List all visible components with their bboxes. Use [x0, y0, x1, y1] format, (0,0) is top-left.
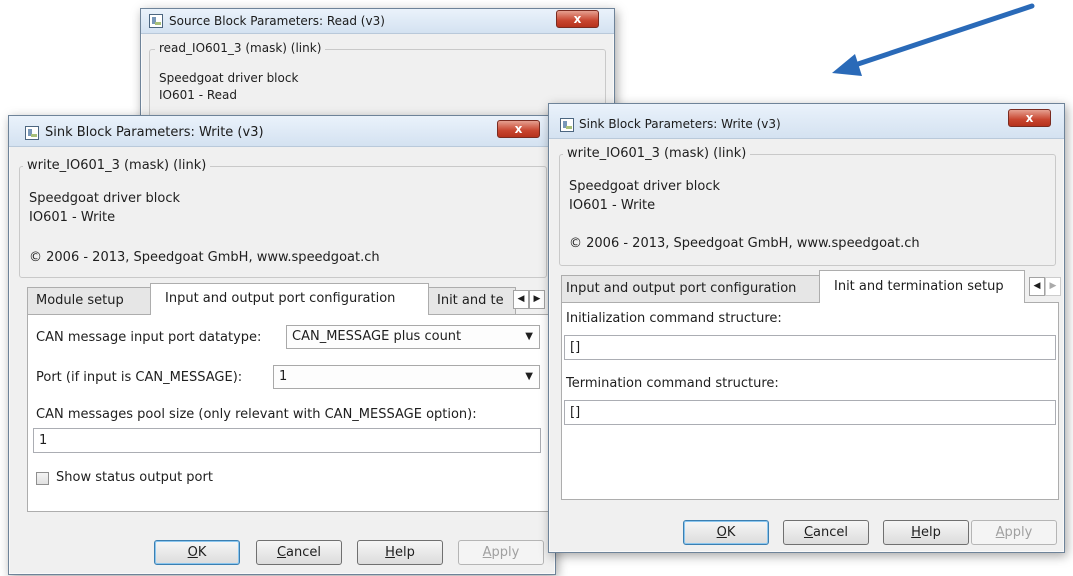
ok-button[interactable]: OK [154, 540, 240, 565]
pool-size-input[interactable]: 1 [33, 428, 541, 453]
show-status-label[interactable]: Show status output port [56, 470, 213, 485]
ok-label: K [726, 525, 736, 540]
title-bar[interactable]: Sink Block Parameters: Write (v3) x [9, 116, 555, 147]
title-bar[interactable]: Sink Block Parameters: Write (v3) x [549, 104, 1064, 139]
close-button[interactable]: x [497, 120, 540, 138]
window-title: Sink Block Parameters: Write (v3) [45, 125, 264, 140]
title-bar[interactable]: Source Block Parameters: Read (v3) x [141, 9, 614, 34]
input-value: 1 [39, 433, 48, 448]
apply-button[interactable]: Apply [971, 520, 1057, 545]
window-sink-block-write-left: Sink Block Parameters: Write (v3) x writ… [8, 115, 556, 575]
cancel-label: ancel [813, 525, 849, 540]
simulink-block-icon [149, 14, 163, 28]
tab-input-output-port-configuration[interactable]: Input and output port configuration [150, 283, 429, 315]
window-title: Sink Block Parameters: Write (v3) [579, 117, 781, 131]
description-line-1: Speedgoat driver block [569, 179, 721, 194]
window-title: Source Block Parameters: Read (v3) [169, 14, 385, 28]
tab-panel-init-termination: Initialization command structure: [] Ter… [561, 302, 1059, 500]
simulink-block-icon [560, 118, 574, 132]
tab-init-and-termination-setup[interactable]: Init and termination setup [819, 270, 1025, 303]
apply-label: pply [1004, 525, 1033, 540]
term-command-label: Termination command structure: [566, 376, 779, 391]
description-line-2: IO601 - Write [29, 210, 116, 225]
ok-mnemonic: O [187, 545, 198, 560]
arrow-head [832, 54, 862, 76]
description-line-1: Speedgoat driver block [29, 191, 181, 206]
tab-label: Init and termination setup [834, 279, 1004, 294]
select-value: CAN_MESSAGE plus count [292, 329, 462, 344]
tab-label: Input and output port configuration [165, 291, 396, 306]
apply-button[interactable]: Apply [458, 540, 544, 565]
tab-input-output-port-configuration[interactable]: Input and output port configuration [561, 275, 820, 302]
tab-scroll-left-button[interactable]: ◀ [1029, 277, 1045, 296]
input-value: [] [570, 340, 581, 355]
port-label: Port (if input is CAN_MESSAGE): [36, 370, 243, 385]
help-button[interactable]: Help [883, 520, 969, 545]
cancel-mnemonic: C [803, 525, 814, 540]
cancel-button[interactable]: Cancel [256, 540, 342, 565]
window-sink-block-write-right: Sink Block Parameters: Write (v3) x writ… [548, 103, 1065, 553]
port-select[interactable]: 1 ▼ [273, 365, 540, 389]
copyright-text: © 2006 - 2013, Speedgoat GmbH, www.speed… [569, 236, 920, 251]
term-command-input[interactable]: [] [564, 400, 1056, 425]
simulink-block-icon [25, 126, 39, 140]
tab-scroll-right-button[interactable]: ▶ [1045, 277, 1061, 296]
apply-label: pply [491, 545, 520, 560]
copyright-text: © 2006 - 2013, Speedgoat GmbH, www.speed… [29, 250, 380, 265]
ok-label: K [197, 545, 207, 560]
tab-scroll-left-button[interactable]: ◀ [513, 290, 529, 309]
tab-scroll-right-button[interactable]: ▶ [529, 290, 545, 309]
show-status-checkbox[interactable] [36, 472, 49, 485]
close-button[interactable]: x [556, 10, 599, 28]
init-command-label: Initialization command structure: [566, 311, 782, 326]
chevron-right-icon: ▶ [533, 294, 541, 304]
tab-label: Input and output port configuration [566, 281, 797, 296]
block-mask-legend: write_IO601_3 (mask) (link) [23, 158, 211, 173]
ok-mnemonic: O [716, 525, 727, 540]
help-mnemonic: H [385, 545, 395, 560]
cancel-mnemonic: C [276, 545, 287, 560]
tab-panel-input-output: CAN message input port datatype: CAN_MES… [27, 314, 549, 512]
help-label: elp [920, 525, 941, 540]
apply-mnemonic: A [482, 545, 492, 560]
can-datatype-label: CAN message input port datatype: [36, 330, 262, 345]
chevron-left-icon: ◀ [1033, 281, 1041, 291]
chevron-down-icon: ▼ [525, 371, 533, 382]
tab-init-and-termination[interactable]: Init and te [428, 287, 516, 314]
cancel-label: ancel [286, 545, 322, 560]
description-line-2: IO601 - Write [569, 198, 656, 213]
tab-label: Module setup [36, 293, 124, 308]
input-value: [] [570, 405, 581, 420]
chevron-left-icon: ◀ [517, 294, 525, 304]
pool-size-label: CAN messages pool size (only relevant wi… [36, 407, 477, 422]
close-button[interactable]: x [1008, 109, 1051, 127]
help-label: elp [394, 545, 415, 560]
cancel-button[interactable]: Cancel [783, 520, 869, 545]
tab-label: Init and te [437, 293, 504, 308]
arrow-shaft [849, 3, 1035, 69]
description-line-1: Speedgoat driver block [159, 71, 299, 85]
chevron-down-icon: ▼ [525, 331, 533, 342]
help-mnemonic: H [911, 525, 921, 540]
init-command-input[interactable]: [] [564, 335, 1056, 360]
can-datatype-select[interactable]: CAN_MESSAGE plus count ▼ [286, 325, 540, 349]
ok-button[interactable]: OK [683, 520, 769, 545]
apply-mnemonic: A [995, 525, 1005, 540]
help-button[interactable]: Help [357, 540, 443, 565]
tab-module-setup[interactable]: Module setup [27, 287, 151, 314]
block-mask-legend: write_IO601_3 (mask) (link) [563, 146, 751, 161]
select-value: 1 [279, 369, 288, 384]
description-line-2: IO601 - Read [159, 88, 237, 102]
chevron-right-icon: ▶ [1049, 281, 1057, 291]
block-mask-legend: read_IO601_3 (mask) (link) [155, 41, 326, 55]
